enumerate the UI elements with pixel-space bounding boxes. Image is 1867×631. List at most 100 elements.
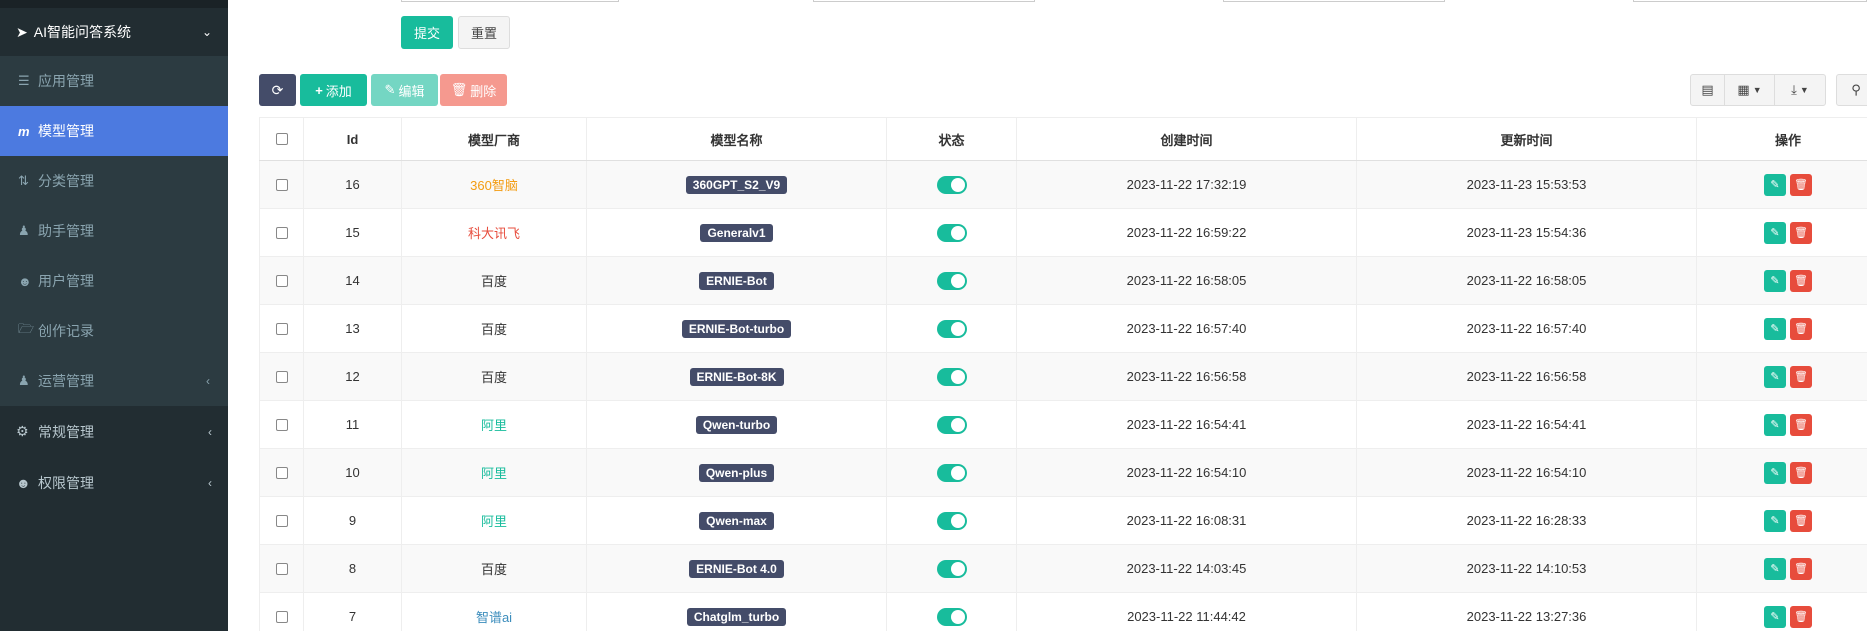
row-model-name: Generalv1 [587,209,887,256]
submit-button[interactable]: 提交 [401,16,453,49]
row-vendor: 阿里 [402,497,587,544]
header-vendor[interactable]: 模型厂商 [402,118,587,160]
row-checkbox[interactable] [275,562,288,575]
row-edit-button[interactable]: ✎ [1764,317,1786,340]
row-edit-button[interactable]: ✎ [1764,461,1786,484]
refresh-button[interactable]: ⟳ [259,74,296,106]
status-toggle[interactable] [936,367,967,386]
row-id-text: 10 [345,465,360,480]
sidebar-item-user[interactable]: ☻ 用户管理 [0,256,228,306]
sidebar-item-general[interactable]: ⚙ 常规管理 ‹ [0,406,228,457]
row-edit-button[interactable]: ✎ [1764,269,1786,292]
sidebar-item-operations[interactable]: ♟ 运营管理 ‹ [0,356,228,406]
status-toggle[interactable] [936,271,967,290]
row-edit-button[interactable]: ✎ [1764,221,1786,244]
status-toggle[interactable] [936,175,967,194]
header-created[interactable]: 创建时间 [1017,118,1357,160]
row-checkbox[interactable] [275,226,288,239]
sidebar-item-records[interactable]: 🗁 创作记录 [0,306,228,356]
status-toggle[interactable] [936,559,967,578]
row-delete-button[interactable]: 🗑 [1790,365,1812,388]
row-checkbox[interactable] [275,178,288,191]
row-vendor-text: 阿里 [480,466,507,481]
model-name-badge: ERNIE-Bot-turbo [681,319,792,338]
sidebar-app-header[interactable]: ➤ AI智能问答系统 ⌄ [0,8,228,56]
header-operations: 操作 [1774,132,1801,148]
table-row: 15 科大讯飞 Generalv1 2023-11-22 16:59:22 20… [259,209,1867,257]
search-field-1[interactable] [401,0,619,2]
row-edit-button[interactable]: ✎ [1764,413,1786,436]
reset-button[interactable]: 重置 [458,16,510,49]
row-delete-button[interactable]: 🗑 [1790,461,1812,484]
search-toggle-button[interactable]: ⚲ [1836,74,1867,106]
sidebar-item-category[interactable]: ⇅ 分类管理 [0,156,228,206]
status-toggle[interactable] [936,463,967,482]
sidebar-item-permission[interactable]: ☻ 权限管理 ‹ [0,457,228,508]
model-name-badge: ERNIE-Bot [699,271,774,290]
row-created-text: 2023-11-22 16:59:22 [1126,225,1247,240]
row-select-cell [259,545,304,592]
row-delete-button[interactable]: 🗑 [1790,269,1812,292]
row-created: 2023-11-22 16:58:05 [1017,257,1357,304]
row-checkbox[interactable] [275,274,288,287]
header-model-name[interactable]: 模型名称 [587,118,887,160]
edit-button-label: 编辑 [398,83,425,99]
row-delete-button[interactable]: 🗑 [1790,413,1812,436]
sidebar-item-app[interactable]: ☰ 应用管理 [0,56,228,106]
header-id[interactable]: Id [304,118,402,160]
person-icon: ♟ [18,223,30,238]
trash-icon: 🗑 [1794,611,1808,623]
table-row: 11 阿里 Qwen-turbo 2023-11-22 16:54:41 202… [259,401,1867,449]
row-checkbox[interactable] [275,514,288,527]
row-edit-button[interactable]: ✎ [1764,365,1786,388]
delete-button-label: 删除 [470,83,497,99]
status-toggle[interactable] [936,223,967,242]
row-id-text: 13 [345,321,360,336]
status-toggle[interactable] [936,511,967,530]
sidebar-item-model[interactable]: m 模型管理 [0,106,228,156]
select-all-checkbox[interactable] [275,133,288,145]
search-field-3[interactable] [1223,0,1445,2]
edit-button[interactable]: ✎ 编辑 [371,74,438,106]
row-edit-button[interactable]: ✎ [1764,605,1786,628]
delete-button[interactable]: 🗑 删除 [440,74,507,106]
row-status [887,545,1017,592]
toggle-view-button[interactable]: ▤ [1691,75,1725,105]
status-toggle[interactable] [936,319,967,338]
table-row: 8 百度 ERNIE-Bot 4.0 2023-11-22 14:03:45 2… [259,545,1867,593]
sidebar-item-assistant[interactable]: ♟ 助手管理 [0,206,228,256]
row-select-cell [259,305,304,352]
export-button[interactable]: ⤓ ▼ [1775,75,1825,105]
table-row: 12 百度 ERNIE-Bot-8K 2023-11-22 16:56:58 2… [259,353,1867,401]
row-edit-button[interactable]: ✎ [1764,173,1786,196]
row-vendor-text: 科大讯飞 [467,226,520,241]
user-icon: ☻ [18,273,32,289]
search-field-2[interactable] [813,0,1035,2]
row-delete-button[interactable]: 🗑 [1790,605,1812,628]
model-name-badge: Generalv1 [700,223,773,242]
row-edit-button[interactable]: ✎ [1764,557,1786,580]
status-toggle[interactable] [936,415,967,434]
row-delete-button[interactable]: 🗑 [1790,173,1812,196]
status-toggle[interactable] [936,607,967,626]
row-operations: ✎ 🗑 [1697,161,1867,208]
row-delete-button[interactable]: 🗑 [1790,221,1812,244]
row-delete-button[interactable]: 🗑 [1790,509,1812,532]
row-checkbox[interactable] [275,322,288,335]
header-updated[interactable]: 更新时间 [1357,118,1697,160]
row-delete-button[interactable]: 🗑 [1790,557,1812,580]
columns-button[interactable]: ▦ ▼ [1725,75,1775,105]
row-delete-button[interactable]: 🗑 [1790,317,1812,340]
header-status[interactable]: 状态 [887,118,1017,160]
search-field-4[interactable] [1633,0,1867,2]
row-vendor-text: 360智脑 [470,178,518,193]
row-checkbox[interactable] [275,610,288,623]
row-id-text: 12 [345,369,360,384]
add-button[interactable]: + 添加 [300,74,367,106]
row-edit-button[interactable]: ✎ [1764,509,1786,532]
add-button-label: 添加 [325,83,352,99]
row-checkbox[interactable] [275,418,288,431]
row-checkbox[interactable] [275,370,288,383]
trash-icon: 🗑 [1794,275,1808,287]
row-checkbox[interactable] [275,466,288,479]
